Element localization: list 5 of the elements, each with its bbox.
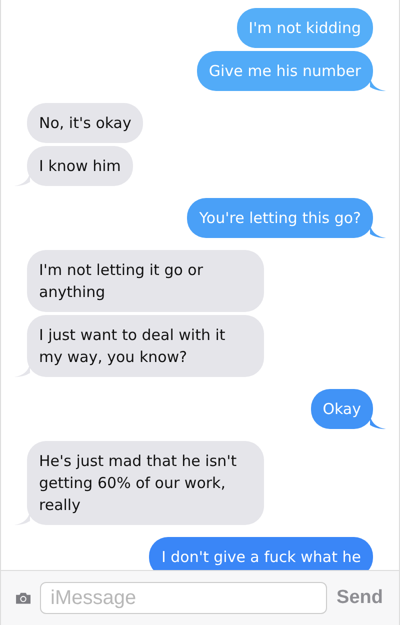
message-bubble: No, it's okay xyxy=(27,103,144,143)
message-bubble: I'm not kidding xyxy=(236,8,373,48)
message-bubble: I'm not letting it go or anything xyxy=(27,250,264,312)
send-button[interactable]: Send xyxy=(334,587,385,609)
message-field[interactable]: iMessage xyxy=(40,582,327,614)
